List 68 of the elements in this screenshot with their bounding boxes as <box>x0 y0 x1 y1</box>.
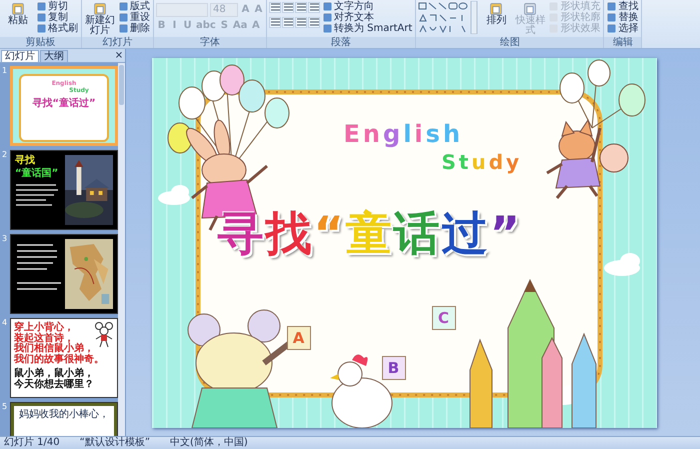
letter-block: A <box>286 326 310 350</box>
ribbon-button[interactable]: 格式刷 <box>36 23 79 34</box>
ribbon-button[interactable]: 转换为 SmartArt <box>322 23 414 34</box>
group-label: 剪贴板 <box>0 37 81 48</box>
ribbon-button[interactable]: 删除 <box>118 23 151 34</box>
paragraph-tool[interactable] <box>295 16 307 28</box>
slide-number: 3 <box>0 234 8 245</box>
paragraph-tool[interactable] <box>308 2 320 12</box>
thumbnail-text: 鼠小弟，鼠小弟， <box>14 369 95 379</box>
ribbon-button[interactable]: 选择 <box>606 23 640 34</box>
ribbon-button[interactable]: 查找 <box>606 1 640 12</box>
english-heading: E n g l i s h <box>344 120 464 148</box>
slide-number: 2 <box>0 150 8 161</box>
thumbnail-text: 妈妈收我的小棒心， <box>19 409 109 422</box>
paragraph-tool[interactable] <box>282 2 294 12</box>
ribbon-button[interactable]: 粘贴 <box>2 1 34 27</box>
status-text: 幻灯片 1/40 <box>4 437 60 449</box>
mouse-drawing <box>94 322 114 348</box>
paragraph-tool[interactable] <box>269 16 281 28</box>
panel-tab[interactable]: 大纲 <box>40 50 68 62</box>
thumbnail-text: 今天你想去哪里？ <box>14 380 95 390</box>
panel-tab[interactable]: 幻灯片 <box>1 50 39 62</box>
scrollbar[interactable] <box>118 63 125 436</box>
slide-title: 寻找“童话过” <box>218 204 522 262</box>
paragraph-tool[interactable] <box>269 2 281 12</box>
ribbon-button[interactable]: 复制 <box>36 12 79 23</box>
status-text: “默认设计模板” <box>80 437 150 449</box>
paragraph-tool[interactable] <box>295 2 307 12</box>
status-text: 中文(简体，中国) <box>170 437 248 449</box>
slide-thumbnail[interactable]: 寻找 “童话国” <box>10 150 118 230</box>
group-label: 段落 <box>267 37 416 48</box>
slide-number: 1 <box>0 66 8 77</box>
ribbon-button[interactable]: 剪切 <box>36 1 79 12</box>
letter-block: B <box>382 356 406 380</box>
ribbon-button[interactable]: 替换 <box>606 12 640 23</box>
group-label: 编辑 <box>604 37 642 48</box>
ribbon-button[interactable]: 新建幻灯片 <box>84 1 116 37</box>
letter-block: C <box>432 306 456 330</box>
shapes-gallery[interactable] <box>418 1 478 34</box>
tool-icon <box>523 2 538 16</box>
text-lines-drawing <box>15 183 59 209</box>
group-label: 字体 <box>154 37 266 48</box>
slide-thumbnail[interactable] <box>10 234 118 314</box>
group-label: 绘图 <box>416 37 604 48</box>
study-heading: S t u d y <box>442 150 522 174</box>
thumbnail-text: 寻找 <box>15 155 36 167</box>
thumbnail-text: 穿上小背心， <box>14 323 75 333</box>
thumbnail-text: 我们相信鼠小弟， <box>14 344 95 354</box>
thumbnail-text: 我们的故事很神奇。 <box>14 354 105 365</box>
ribbon-button[interactable]: 对齐文本 <box>322 12 414 23</box>
ribbon-button[interactable]: 排列 <box>480 1 512 27</box>
paragraph-tool[interactable] <box>308 16 320 28</box>
thumbnail-text: 装起这首诗， <box>14 334 74 344</box>
group-label: 幻灯片 <box>82 37 153 48</box>
slide-thumbnail[interactable]: 妈妈收我的小棒心， <box>10 402 118 436</box>
paragraph-tool[interactable] <box>282 16 294 28</box>
tool-icon <box>489 2 504 16</box>
slide-thumbnail[interactable]: 穿上小背心， 装起这首诗， 我们相信鼠小弟， 我们的故事很神奇。 鼠小弟，鼠小弟， 今天你想去哪里？ <box>10 318 118 398</box>
ribbon-button[interactable]: 重设 <box>118 12 151 23</box>
slide-number: 5 <box>0 402 8 413</box>
slide-number: 4 <box>0 318 8 329</box>
thumbnail-text: “童话国” <box>15 167 60 180</box>
ribbon-button[interactable]: 文字方向 <box>322 1 414 12</box>
tool-icon <box>93 2 107 16</box>
close-button[interactable]: × <box>113 50 125 62</box>
ribbon-button[interactable]: 版式 <box>118 1 151 12</box>
thumbnail-text: 寻找“童话过” <box>32 96 96 110</box>
tool-icon <box>11 2 25 16</box>
